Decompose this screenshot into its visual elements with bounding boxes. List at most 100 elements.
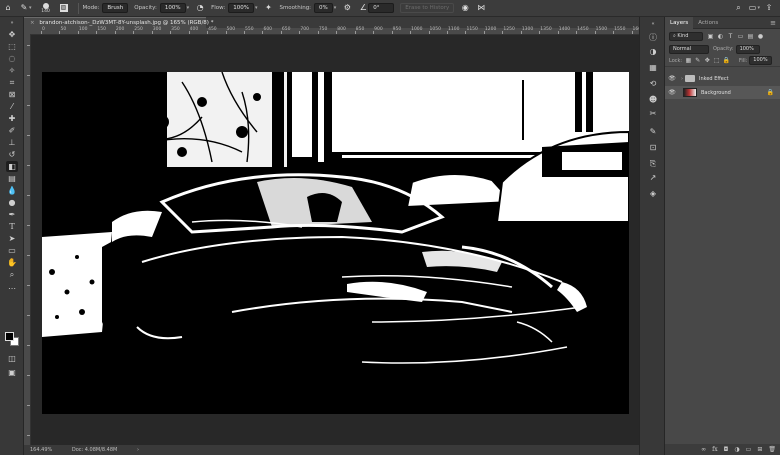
- libraries-panel-icon[interactable]: ▦: [648, 63, 658, 73]
- history-brush-tool-icon[interactable]: ↺: [6, 149, 18, 160]
- share-icon[interactable]: ⇪: [764, 3, 774, 13]
- ruler-number: 0: [42, 27, 45, 32]
- blend-mode-select[interactable]: Normal: [669, 44, 709, 54]
- channels-panel-icon[interactable]: ◈: [648, 189, 658, 199]
- chevron-right-icon[interactable]: ›: [681, 76, 683, 82]
- adjustments-panel-icon[interactable]: ☻: [648, 95, 658, 105]
- hand-tool-icon[interactable]: ✋: [6, 257, 18, 268]
- erase-to-history-checkbox[interactable]: Erase to History: [400, 3, 455, 13]
- opacity-field[interactable]: 100%: [159, 3, 186, 13]
- layer-row-background[interactable]: 👁 Background 🔒: [665, 86, 780, 99]
- tab-layers[interactable]: Layers: [665, 16, 694, 29]
- lock-artboard-icon[interactable]: ⬚: [713, 57, 720, 64]
- pixel-filter-icon[interactable]: ▣: [707, 33, 714, 40]
- home-icon[interactable]: ⌂: [3, 3, 13, 13]
- brush-settings-panel-icon[interactable]: ✎: [648, 127, 658, 137]
- delete-layer-icon[interactable]: 🗑: [768, 446, 776, 453]
- symmetry-butterfly-icon[interactable]: ⋈: [476, 3, 486, 13]
- tab-actions[interactable]: Actions: [693, 17, 723, 29]
- fill-field[interactable]: 100%: [749, 56, 773, 65]
- collapse-icon[interactable]: »: [6, 18, 18, 29]
- quick-select-tool-icon[interactable]: ✧: [6, 65, 18, 76]
- clone-stamp-tool-icon[interactable]: ⊥: [6, 137, 18, 148]
- lock-all-icon[interactable]: 🔒: [723, 57, 730, 64]
- layer-row-inked-effect[interactable]: 👁 › Inked Effect: [665, 72, 780, 85]
- lock-position-icon[interactable]: ✥: [704, 57, 710, 64]
- pen-tool-icon[interactable]: ✒: [6, 209, 18, 220]
- search-icon[interactable]: ⌕: [733, 3, 743, 13]
- adjustment-layer-icon[interactable]: ◑: [734, 446, 739, 453]
- paths-panel-icon[interactable]: ↗: [648, 173, 658, 183]
- ruler-number: 1150: [466, 27, 478, 32]
- expand-panels-icon[interactable]: «: [648, 19, 658, 29]
- quick-mask-icon[interactable]: ◫: [6, 353, 18, 364]
- brush-tool-icon[interactable]: ✐: [6, 125, 18, 136]
- pressure-size-icon[interactable]: ◉: [460, 3, 470, 13]
- properties-panel-icon[interactable]: ◑: [648, 47, 658, 57]
- canvas-workspace[interactable]: [31, 35, 639, 445]
- navigator-panel-icon[interactable]: ⎘: [648, 159, 658, 169]
- move-tool-icon[interactable]: ✥: [6, 29, 18, 40]
- frame-tool-icon[interactable]: ⊠: [6, 89, 18, 100]
- add-mask-icon[interactable]: ◘: [724, 446, 729, 453]
- zoom-level[interactable]: 164.49%: [30, 447, 52, 453]
- lasso-tool-icon[interactable]: ◌: [6, 53, 18, 64]
- dodge-tool-icon[interactable]: ●: [6, 197, 18, 208]
- shape-tool-icon[interactable]: ▭: [6, 245, 18, 256]
- smoothing-settings-gear-icon[interactable]: ⚙: [342, 3, 352, 13]
- foreground-color-swatch[interactable]: [5, 332, 14, 341]
- mode-select[interactable]: Brush: [102, 3, 129, 13]
- ruler-tick: [27, 105, 30, 106]
- eraser-tool-icon[interactable]: ◧: [6, 161, 18, 172]
- clone-source-panel-icon[interactable]: ⊡: [648, 143, 658, 153]
- close-icon[interactable]: ×: [30, 20, 35, 26]
- ruler-number: 800: [337, 27, 346, 32]
- smart-object-filter-icon[interactable]: ▤: [747, 33, 754, 40]
- visibility-eye-icon[interactable]: 👁: [667, 75, 677, 82]
- vertical-ruler[interactable]: [24, 35, 31, 445]
- link-layers-icon[interactable]: ∞: [701, 446, 706, 453]
- angle-field[interactable]: 0°: [368, 3, 395, 13]
- lock-image-icon[interactable]: ✎: [695, 57, 701, 64]
- lock-pixels-icon[interactable]: ▦: [685, 57, 691, 64]
- kind-filter-select[interactable]: ⌕ Kind: [669, 31, 703, 41]
- smoothing-field[interactable]: 0%: [314, 3, 333, 13]
- visibility-eye-icon[interactable]: 👁: [667, 89, 677, 96]
- horizontal-ruler[interactable]: 0 50 100 150 200 250 300 350 400 450 500 550 600 650 7…: [30, 27, 644, 35]
- workspace-icon[interactable]: ▭: [747, 3, 757, 13]
- status-arrow-icon[interactable]: ›: [137, 447, 139, 453]
- new-layer-icon[interactable]: ⊞: [757, 446, 762, 453]
- scissors-icon[interactable]: ✂: [648, 109, 658, 119]
- new-group-icon[interactable]: ▭: [746, 446, 752, 453]
- blend-row: Normal Opacity: 100%: [665, 43, 780, 55]
- spot-healing-tool-icon[interactable]: ✚: [6, 113, 18, 124]
- brush-settings-icon[interactable]: ▨: [59, 4, 68, 12]
- pressure-opacity-icon[interactable]: ◔: [195, 3, 205, 13]
- eraser-tool-icon[interactable]: ✎: [19, 3, 29, 13]
- document-info[interactable]: Doc: 4.08M/8.48M: [72, 447, 118, 453]
- learn-panel-icon[interactable]: ⓘ: [648, 33, 658, 43]
- screen-mode-icon[interactable]: ▣: [6, 367, 18, 378]
- shape-filter-icon[interactable]: ▭: [737, 33, 744, 40]
- history-panel-icon[interactable]: ⟲: [648, 79, 658, 89]
- adjustment-filter-icon[interactable]: ◐: [717, 33, 724, 40]
- blur-tool-icon[interactable]: 💧: [6, 185, 18, 196]
- document-canvas[interactable]: [42, 72, 629, 414]
- more-tools-icon[interactable]: ⋯: [6, 283, 18, 294]
- layer-opacity-field[interactable]: 100%: [735, 44, 760, 54]
- type-filter-icon[interactable]: T: [727, 33, 734, 40]
- crop-tool-icon[interactable]: ⌗: [6, 77, 18, 88]
- eyedropper-tool-icon[interactable]: ⁄: [6, 101, 18, 112]
- airbrush-icon[interactable]: ✦: [263, 3, 273, 13]
- brush-size-preset[interactable]: 140: [38, 0, 54, 17]
- gradient-tool-icon[interactable]: ▤: [6, 173, 18, 184]
- path-select-tool-icon[interactable]: ➤: [6, 233, 18, 244]
- type-tool-icon[interactable]: T: [6, 221, 18, 232]
- zoom-tool-icon[interactable]: ⌕: [6, 269, 18, 280]
- panel-menu-icon[interactable]: ≡: [770, 19, 776, 27]
- flow-field[interactable]: 100%: [228, 3, 254, 13]
- filter-toggle-icon[interactable]: ●: [757, 33, 764, 40]
- ruler-number: 400: [189, 27, 199, 32]
- layer-style-icon[interactable]: fx: [712, 446, 718, 453]
- marquee-tool-icon[interactable]: ⬚: [6, 41, 18, 52]
